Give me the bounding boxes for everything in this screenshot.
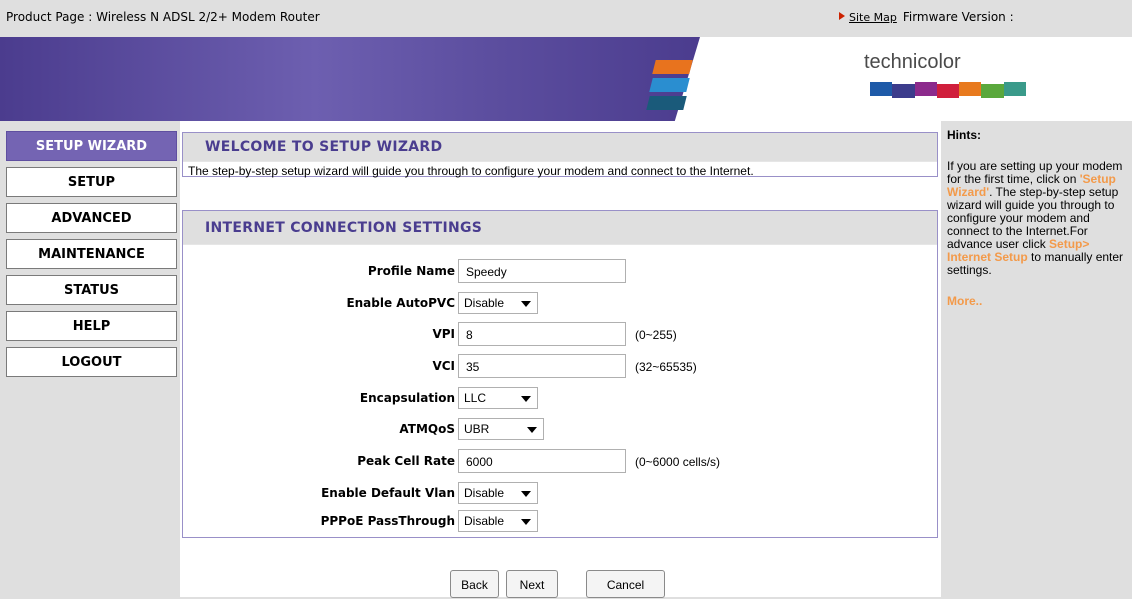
cancel-button[interactable]: Cancel — [586, 570, 665, 598]
chevron-down-icon — [521, 519, 531, 525]
peak-cell-rate-range: (0~6000 cells/s) — [635, 455, 721, 469]
logo-bar-segment — [981, 84, 1004, 98]
encapsulation-select[interactable]: LLC — [458, 387, 538, 409]
next-button[interactable]: Next — [506, 570, 558, 598]
vpi-range: (0~255) — [635, 328, 677, 342]
header-banner: technicolor — [0, 37, 1132, 121]
nav-status[interactable]: STATUS — [6, 275, 177, 305]
autopvc-value: Disable — [464, 296, 505, 310]
nav-advanced[interactable]: ADVANCED — [6, 203, 177, 233]
welcome-panel: WELCOME TO SETUP WIZARD The step-by-step… — [182, 132, 938, 178]
row-vci: VCI (32~65535) — [183, 354, 939, 381]
firmware-version-label: Firmware Version : — [902, 10, 1014, 24]
default-vlan-value: Disable — [464, 486, 505, 500]
autopvc-label: Enable AutoPVC — [346, 296, 455, 310]
main-content: WELCOME TO SETUP WIZARD The step-by-step… — [180, 121, 941, 598]
welcome-description: The step-by-step setup wizard will guide… — [188, 164, 754, 178]
row-peak-cell-rate: Peak Cell Rate (0~6000 cells/s) — [183, 449, 939, 476]
settings-title: INTERNET CONNECTION SETTINGS — [183, 211, 937, 245]
row-autopvc: Enable AutoPVC Disable — [183, 291, 939, 318]
technicolor-logo-bar — [870, 82, 1026, 98]
logo-bar-segment — [959, 82, 982, 96]
peak-cell-rate-input[interactable] — [458, 449, 626, 473]
product-page-title: Product Page : Wireless N ADSL 2/2+ Mode… — [6, 10, 320, 24]
nav-setup-wizard[interactable]: SETUP WIZARD — [6, 131, 177, 161]
peak-cell-rate-label: Peak Cell Rate — [357, 454, 455, 468]
atmqos-label: ATMQoS — [399, 422, 455, 436]
vpi-label: VPI — [432, 327, 455, 341]
row-default-vlan: Enable Default Vlan Disable — [183, 481, 939, 508]
atmqos-value: UBR — [464, 422, 490, 436]
banner-stripe-blue — [649, 78, 690, 92]
nav-setup[interactable]: SETUP — [6, 167, 177, 197]
vci-input[interactable] — [458, 354, 626, 378]
vci-range: (32~65535) — [635, 360, 697, 374]
autopvc-select[interactable]: Disable — [458, 292, 538, 314]
vci-label: VCI — [432, 359, 455, 373]
pppoe-passthrough-select[interactable]: Disable — [458, 510, 538, 532]
nav-maintenance[interactable]: MAINTENANCE — [6, 239, 177, 269]
pppoe-passthrough-value: Disable — [464, 514, 505, 528]
logo-bar-segment — [914, 82, 937, 96]
hints-panel: Hints: If you are setting up your modem … — [947, 129, 1127, 308]
technicolor-logo: technicolor — [864, 51, 961, 73]
chevron-down-icon — [521, 491, 531, 497]
atmqos-select[interactable]: UBR — [458, 418, 544, 440]
encapsulation-label: Encapsulation — [359, 391, 455, 405]
row-pppoe-passthrough: PPPoE PassThrough Disable — [183, 509, 939, 536]
logo-bar-segment — [1003, 82, 1026, 96]
logo-bar-segment — [936, 84, 960, 98]
hints-more-link[interactable]: More.. — [947, 295, 1127, 308]
default-vlan-label: Enable Default Vlan — [321, 486, 455, 500]
chevron-down-icon — [521, 396, 531, 402]
row-encapsulation: Encapsulation LLC — [183, 386, 939, 413]
hints-title: Hints: — [947, 128, 981, 142]
encapsulation-value: LLC — [464, 391, 487, 405]
profile-name-input[interactable] — [458, 259, 626, 283]
nav-help[interactable]: HELP — [6, 311, 177, 341]
top-bar: Product Page : Wireless N ADSL 2/2+ Mode… — [0, 0, 1132, 37]
welcome-title: WELCOME TO SETUP WIZARD — [183, 133, 937, 162]
site-map-link[interactable]: Site Map — [849, 11, 897, 24]
left-nav: SETUP WIZARD SETUP ADVANCED MAINTENANCE … — [6, 131, 177, 383]
row-vpi: VPI (0~255) — [183, 322, 939, 349]
logo-bar-segment — [870, 82, 893, 96]
banner-stripe-teal — [646, 96, 687, 110]
chevron-down-icon — [527, 427, 537, 433]
back-button[interactable]: Back — [450, 570, 499, 598]
pppoe-passthrough-label: PPPoE PassThrough — [320, 514, 455, 528]
hints-text: If you are setting up your modem for the… — [947, 160, 1127, 277]
chevron-down-icon — [521, 301, 531, 307]
profile-name-label: Profile Name — [367, 264, 455, 278]
row-profile-name: Profile Name — [183, 259, 939, 286]
banner-band — [0, 37, 700, 121]
nav-logout[interactable]: LOGOUT — [6, 347, 177, 377]
default-vlan-select[interactable]: Disable — [458, 482, 538, 504]
banner-stripe-orange — [652, 60, 693, 74]
vpi-input[interactable] — [458, 322, 626, 346]
logo-bar-segment — [892, 84, 915, 98]
top-right-links: Site Map Firmware Version : — [839, 10, 1014, 24]
arrow-right-icon — [839, 12, 845, 20]
row-atmqos: ATMQoS UBR — [183, 417, 939, 444]
internet-connection-panel: INTERNET CONNECTION SETTINGS Profile Nam… — [182, 210, 938, 538]
